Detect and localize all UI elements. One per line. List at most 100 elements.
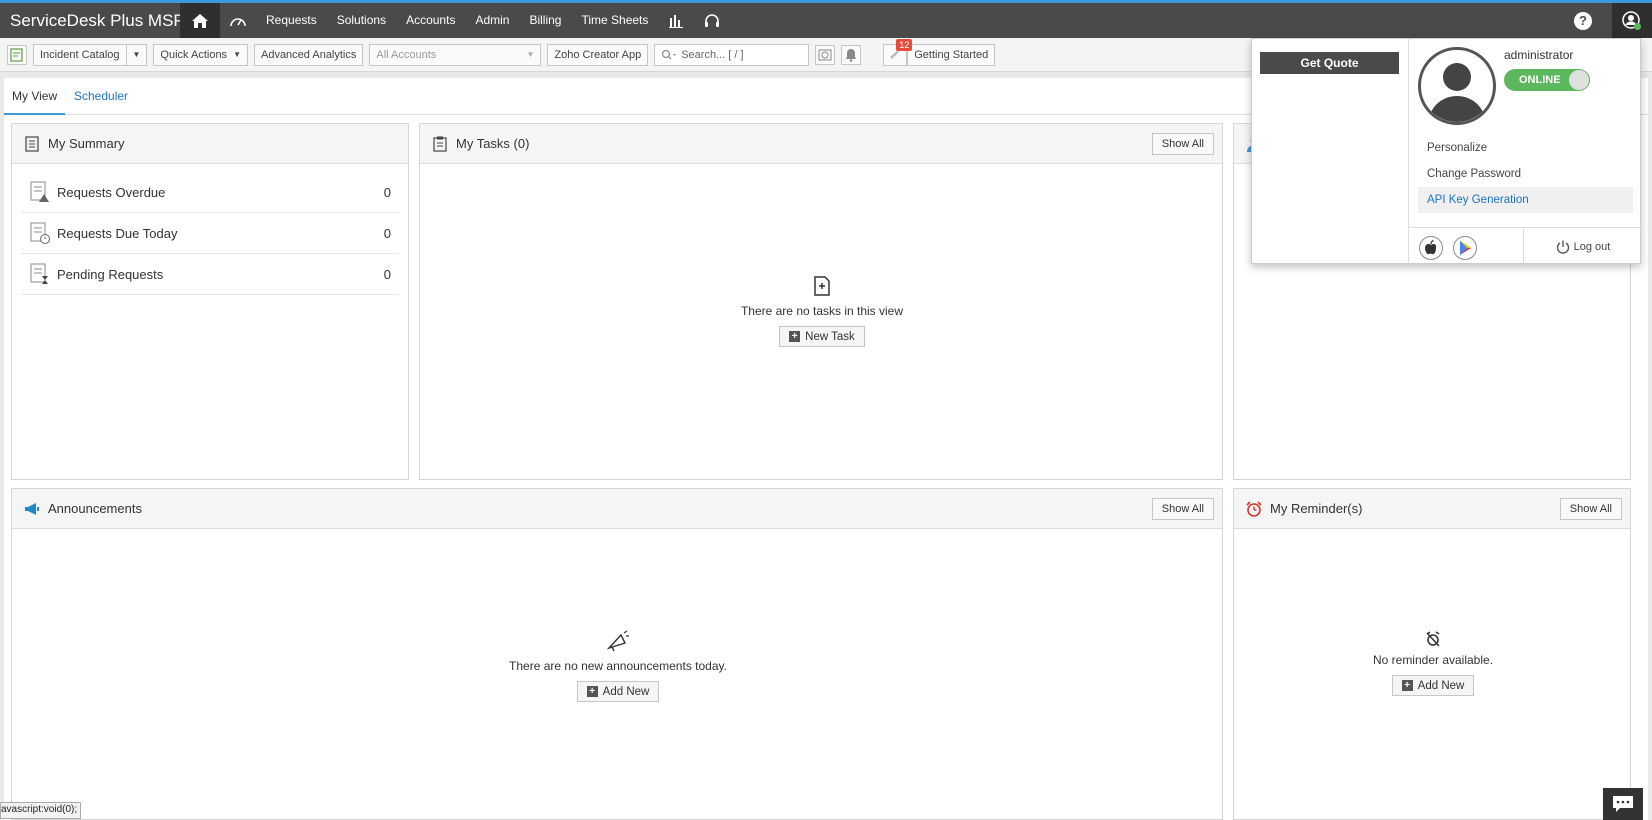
app-store-button[interactable]	[1419, 236, 1443, 260]
menu-api-key-generation[interactable]: API Key Generation	[1418, 187, 1633, 213]
summary-row-label: Pending Requests	[57, 266, 164, 282]
tasks-icon	[432, 136, 448, 152]
logout-label: Log out	[1573, 241, 1611, 253]
summary-icon	[24, 135, 40, 152]
new-request-button[interactable]	[7, 44, 27, 65]
online-status-label: ONLINE	[1519, 74, 1561, 86]
online-status-toggle[interactable]: ONLINE	[1504, 69, 1590, 91]
my-tasks-header: My Tasks (0) Show All	[420, 124, 1222, 164]
power-icon	[1556, 240, 1569, 254]
tab-scheduler[interactable]: Scheduler	[74, 78, 128, 115]
play-store-button[interactable]	[1453, 236, 1477, 260]
quick-actions-dropdown[interactable]: Quick Actions ▼	[153, 43, 248, 66]
new-task-label: New Task	[805, 330, 855, 343]
get-quote-button[interactable]: Get Quote	[1260, 52, 1399, 74]
clock-button[interactable]	[815, 44, 836, 65]
clock-icon	[818, 49, 832, 60]
popup-footer: Log out	[1409, 227, 1642, 266]
headset-icon	[705, 13, 720, 27]
menu-change-password[interactable]: Change Password	[1418, 161, 1633, 187]
megaphone-icon	[24, 501, 40, 517]
apple-icon	[1425, 240, 1437, 255]
reminders-panel: My Reminder(s) Show All No reminder avai…	[1233, 488, 1631, 820]
announcements-panel: Announcements Show All There are no new …	[11, 488, 1223, 820]
my-summary-title: My Summary	[48, 136, 125, 151]
announcement-button[interactable]: 12	[883, 38, 913, 66]
tab-my-view[interactable]: My View	[4, 78, 66, 115]
task-add-icon	[810, 274, 834, 298]
add-announcement-button[interactable]: + Add New	[576, 681, 660, 702]
app-logo[interactable]: ServiceDesk Plus MSP	[0, 10, 188, 31]
new-task-button[interactable]: + New Task	[779, 326, 865, 347]
profile-menu: Personalize Change Password API Key Gene…	[1418, 135, 1633, 213]
incident-catalog-dropdown[interactable]: Incident Catalog ▼	[33, 43, 148, 66]
plus-icon: +	[586, 686, 598, 697]
reminders-title: My Reminder(s)	[1270, 501, 1363, 516]
help-icon[interactable]: ?	[1574, 11, 1592, 30]
nav-time-sheets[interactable]: Time Sheets	[571, 3, 658, 38]
plus-icon: +	[789, 331, 801, 342]
tasks-show-all-button[interactable]: Show All	[1151, 133, 1214, 155]
alerts-button[interactable]	[841, 44, 862, 65]
summary-row-due-today[interactable]: Requests Due Today 0	[21, 213, 399, 254]
announcements-header: Announcements Show All	[12, 489, 1222, 529]
zoho-creator-button[interactable]: Zoho Creator App	[547, 43, 649, 66]
alarm-clock-icon	[1246, 500, 1262, 517]
summary-row-count[interactable]: 0	[384, 226, 391, 241]
reminders-show-all-button[interactable]: Show All	[1559, 498, 1622, 520]
reports-button[interactable]	[658, 3, 694, 38]
search-placeholder: Search... [ / ]	[681, 48, 744, 61]
reminders-header: My Reminder(s) Show All	[1234, 489, 1630, 529]
user-profile-popup: Get Quote administrator ONLINE Personali…	[1251, 38, 1642, 266]
user-menu-button[interactable]	[1612, 3, 1652, 38]
home-icon	[192, 13, 208, 28]
home-button[interactable]	[180, 3, 220, 38]
menu-personalize[interactable]: Personalize	[1418, 135, 1633, 161]
request-pending-icon	[30, 263, 48, 284]
my-tasks-title: My Tasks (0)	[456, 136, 530, 151]
summary-row-count[interactable]: 0	[384, 267, 391, 282]
caret-down-icon: ▼	[125, 44, 140, 65]
search-input[interactable]: Search... [ / ]	[654, 43, 810, 66]
nav-admin[interactable]: Admin	[465, 3, 519, 38]
nav-solutions[interactable]: Solutions	[327, 3, 396, 38]
account-select[interactable]: All Accounts ▼	[369, 43, 542, 66]
announcements-show-all-button[interactable]: Show All	[1151, 498, 1214, 520]
nav-billing[interactable]: Billing	[519, 3, 571, 38]
user-status-icon	[1622, 10, 1641, 30]
nav-requests[interactable]: Requests	[256, 3, 327, 38]
request-due-today-icon	[30, 222, 50, 244]
nav-accounts[interactable]: Accounts	[396, 3, 465, 38]
status-bar-url: avascript:void(0);	[0, 802, 82, 819]
reminders-empty-state: No reminder available. + Add New	[1234, 627, 1632, 696]
app-logo-text: ServiceDesk Plus MSP	[10, 10, 185, 30]
caret-down-icon: ▼	[526, 50, 535, 59]
support-button[interactable]	[694, 3, 730, 38]
user-avatar-icon	[1429, 63, 1485, 122]
plus-icon: +	[1401, 680, 1413, 691]
reminder-off-icon	[1421, 627, 1445, 651]
toggle-knob	[1569, 70, 1589, 90]
add-announcement-label: Add New	[602, 685, 650, 698]
summary-row-overdue[interactable]: Requests Overdue 0	[21, 172, 399, 213]
advanced-analytics-button[interactable]: Advanced Analytics	[253, 43, 364, 66]
chat-button[interactable]	[1603, 788, 1643, 820]
play-store-icon	[1460, 241, 1471, 255]
my-summary-header: My Summary	[12, 124, 408, 164]
caret-down-icon: ▼	[233, 50, 241, 59]
avatar[interactable]	[1418, 47, 1496, 125]
popup-left-pane: Get Quote	[1252, 39, 1409, 265]
summary-row-pending[interactable]: Pending Requests 0	[21, 254, 399, 295]
nav-right: ?	[1574, 3, 1652, 38]
top-nav: ServiceDesk Plus MSP Requests Solutions …	[0, 0, 1652, 38]
summary-row-count[interactable]: 0	[384, 185, 391, 200]
summary-row-label: Requests Due Today	[57, 225, 178, 241]
add-reminder-button[interactable]: + Add New	[1391, 675, 1475, 696]
logout-button[interactable]: Log out	[1523, 228, 1642, 266]
getting-started-button[interactable]: Getting Started	[907, 43, 996, 66]
summary-row-label: Requests Overdue	[57, 184, 166, 200]
announcements-title: Announcements	[48, 501, 142, 516]
quick-actions-label: Quick Actions	[160, 48, 228, 61]
request-overdue-icon	[30, 181, 49, 202]
dashboard-button[interactable]	[220, 3, 256, 38]
